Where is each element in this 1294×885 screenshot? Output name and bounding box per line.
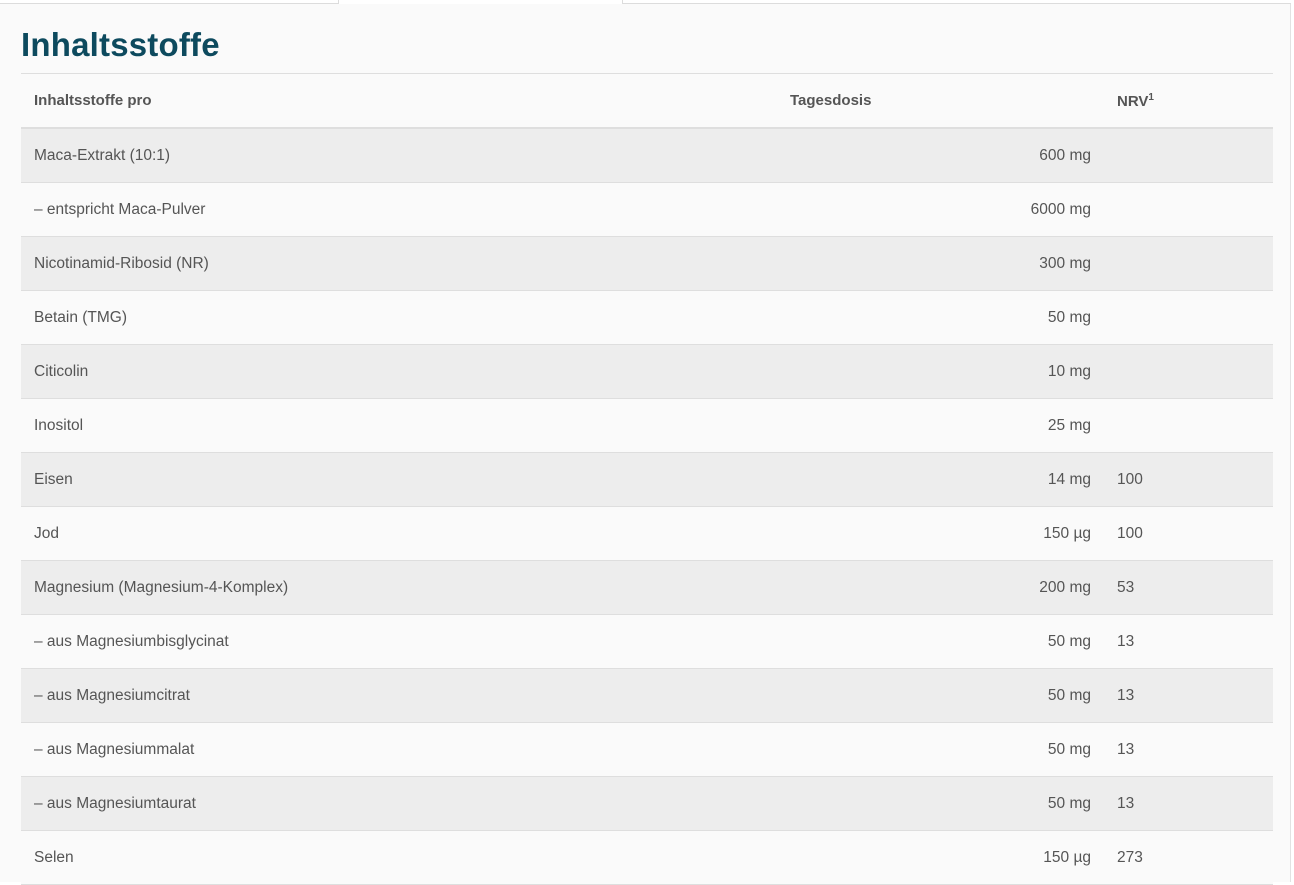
nrv-cell: 13 bbox=[1091, 776, 1273, 831]
nrv-cell: 100 bbox=[1091, 452, 1273, 507]
daily-dose-cell: 6000 mg bbox=[790, 182, 1091, 237]
ingredient-name-cell: – aus Magnesiumcitrat bbox=[21, 668, 790, 723]
table-body: Maca-Extrakt (10:1) 600 mg – entspricht Ma… bbox=[21, 128, 1273, 885]
daily-dose-cell: 50 mg bbox=[790, 290, 1091, 345]
table-row: Maca-Extrakt (10:1) 600 mg bbox=[21, 128, 1273, 183]
daily-dose-cell: 150 µg bbox=[790, 830, 1091, 885]
ingredient-name-cell: Nicotinamid-Ribosid (NR) bbox=[21, 236, 790, 291]
nrv-cell: 13 bbox=[1091, 668, 1273, 723]
ingredient-name-cell: – entspricht Maca-Pulver bbox=[21, 182, 790, 237]
nrv-cell: 273 bbox=[1091, 830, 1273, 885]
daily-dose-cell: 600 mg bbox=[790, 128, 1091, 183]
nrv-cell: 13 bbox=[1091, 722, 1273, 777]
ingredient-name-cell: Eisen bbox=[21, 452, 790, 507]
ingredients-table: Inhaltsstoffe pro Tagesdosis NRV1 Maca-E… bbox=[21, 73, 1273, 885]
ingredient-name-cell: – aus Magnesiumtaurat bbox=[21, 776, 790, 831]
daily-dose-cell: 14 mg bbox=[790, 452, 1091, 507]
table-row: Magnesium (Magnesium-4-Komplex) 200 mg 53 bbox=[21, 560, 1273, 615]
ingredient-name-cell: Maca-Extrakt (10:1) bbox=[21, 128, 790, 183]
table-row: – aus Magnesiumbisglycinat 50 mg 13 bbox=[21, 614, 1273, 669]
ingredient-name-cell: Magnesium (Magnesium-4-Komplex) bbox=[21, 560, 790, 615]
nrv-cell: 53 bbox=[1091, 560, 1273, 615]
table-header-row: Inhaltsstoffe pro Tagesdosis NRV1 bbox=[21, 73, 1273, 129]
nrv-cell bbox=[1091, 128, 1273, 183]
nrv-cell bbox=[1091, 344, 1273, 399]
nrv-cell bbox=[1091, 398, 1273, 453]
daily-dose-cell: 25 mg bbox=[790, 398, 1091, 453]
daily-dose-cell: 150 µg bbox=[790, 506, 1091, 561]
daily-dose-cell: 50 mg bbox=[790, 776, 1091, 831]
ingredient-name-cell: Citicolin bbox=[21, 344, 790, 399]
ingredient-name-cell: Selen bbox=[21, 830, 790, 885]
daily-dose-cell: 10 mg bbox=[790, 344, 1091, 399]
table-row: – aus Magnesiummalat 50 mg 13 bbox=[21, 722, 1273, 777]
ingredient-name-cell: Jod bbox=[21, 506, 790, 561]
nrv-cell bbox=[1091, 290, 1273, 345]
header-nrv-label: NRV bbox=[1117, 92, 1149, 110]
table-row: – aus Magnesiumtaurat 50 mg 13 bbox=[21, 776, 1273, 831]
ingredient-name-cell: – aus Magnesiumbisglycinat bbox=[21, 614, 790, 669]
table-row: Nicotinamid-Ribosid (NR) 300 mg bbox=[21, 236, 1273, 291]
nrv-cell bbox=[1091, 182, 1273, 237]
header-ingredient: Inhaltsstoffe pro bbox=[21, 73, 790, 129]
daily-dose-cell: 50 mg bbox=[790, 668, 1091, 723]
daily-dose-cell: 200 mg bbox=[790, 560, 1091, 615]
nrv-cell: 13 bbox=[1091, 614, 1273, 669]
daily-dose-cell: 300 mg bbox=[790, 236, 1091, 291]
nrv-cell: 100 bbox=[1091, 506, 1273, 561]
header-nrv: NRV1 bbox=[1091, 73, 1273, 129]
table-row: Inositol 25 mg bbox=[21, 398, 1273, 453]
page-title: Inhaltsstoffe bbox=[21, 26, 220, 63]
table-row: Eisen 14 mg 100 bbox=[21, 452, 1273, 507]
nrv-cell bbox=[1091, 236, 1273, 291]
table-row: Jod 150 µg 100 bbox=[21, 506, 1273, 561]
ingredients-panel: Inhaltsstoffe Inhaltsstoffe pro Tagesdos… bbox=[0, 4, 1291, 885]
table-row: Citicolin 10 mg bbox=[21, 344, 1273, 399]
daily-dose-cell: 50 mg bbox=[790, 614, 1091, 669]
header-nrv-footnote: 1 bbox=[1148, 91, 1154, 103]
table-row: – aus Magnesiumcitrat 50 mg 13 bbox=[21, 668, 1273, 723]
daily-dose-cell: 50 mg bbox=[790, 722, 1091, 777]
ingredient-name-cell: – aus Magnesiummalat bbox=[21, 722, 790, 777]
ingredient-name-cell: Betain (TMG) bbox=[21, 290, 790, 345]
header-daily-dose: Tagesdosis bbox=[790, 73, 1091, 129]
ingredient-name-cell: Inositol bbox=[21, 398, 790, 453]
table-row: Betain (TMG) 50 mg bbox=[21, 290, 1273, 345]
table-row: – entspricht Maca-Pulver 6000 mg bbox=[21, 182, 1273, 237]
table-row: Selen 150 µg 273 bbox=[21, 830, 1273, 885]
